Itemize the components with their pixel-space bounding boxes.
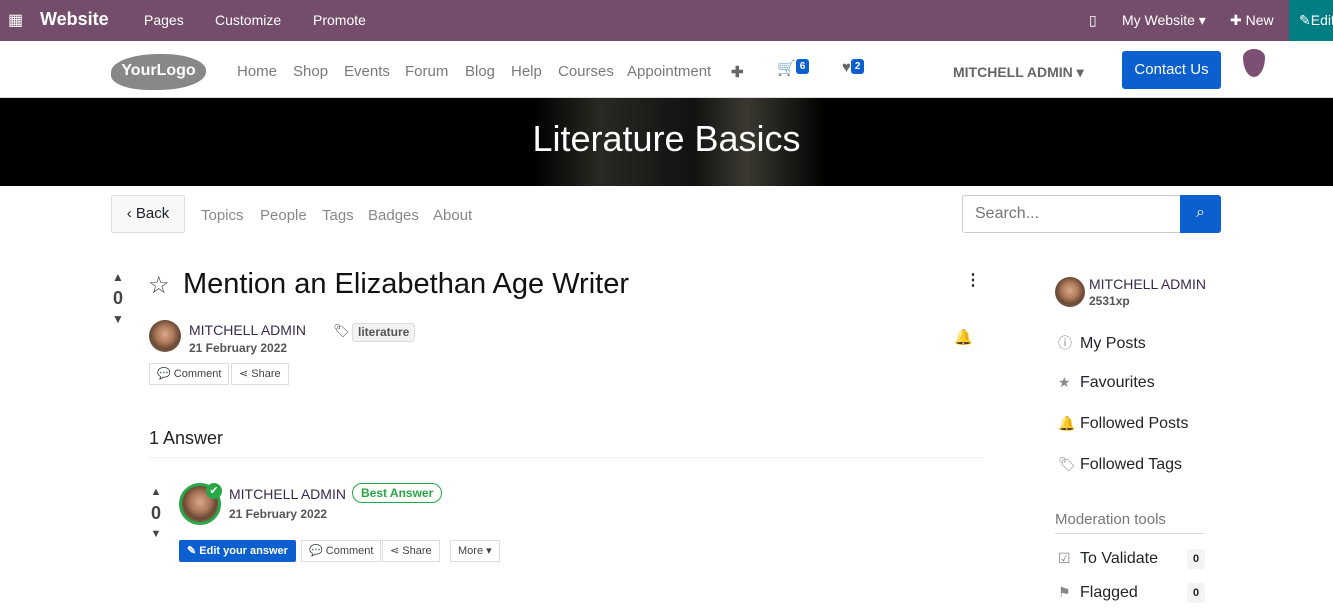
favourites-label: Favourites bbox=[1080, 374, 1155, 391]
more-options-icon[interactable]: ⋮ bbox=[965, 270, 981, 290]
search-input[interactable] bbox=[962, 195, 1181, 233]
sidebar-my-posts[interactable]: ⓘ My Posts bbox=[1058, 333, 1146, 353]
add-menu-icon[interactable]: ✚ bbox=[731, 63, 744, 81]
answer-comment-button[interactable]: 💬 Comment bbox=[301, 540, 382, 562]
search-button[interactable]: ⌕ bbox=[1180, 195, 1221, 233]
comment-button[interactable]: 💬 Comment bbox=[149, 363, 230, 385]
sidebar-flagged[interactable]: ⚑ Flagged bbox=[1058, 584, 1138, 602]
tab-tags[interactable]: Tags bbox=[322, 207, 354, 224]
answer-author[interactable]: MITCHELL ADMIN bbox=[229, 486, 346, 502]
nav-blog[interactable]: Blog bbox=[465, 63, 495, 80]
logo[interactable]: YourLogo bbox=[111, 54, 206, 90]
flag-icon: ⚑ bbox=[1058, 584, 1071, 600]
sidebar-xp: 2531xp bbox=[1089, 294, 1130, 308]
edit-answer-button[interactable]: ✎ Edit your answer bbox=[179, 540, 296, 562]
top-bar: ▦ Website Pages Customize Promote ▯ My W… bbox=[0, 0, 1333, 41]
sidebar-favourites[interactable]: ★ Favourites bbox=[1058, 374, 1155, 392]
answer-downvote-icon[interactable]: ▼ bbox=[149, 528, 163, 540]
question-date: 21 February 2022 bbox=[189, 341, 288, 355]
follow-bell-icon[interactable]: 🔔 bbox=[954, 328, 973, 346]
comment-label: Comment bbox=[173, 368, 222, 380]
accepted-check-icon: ✔ bbox=[206, 483, 222, 499]
back-label: Back bbox=[135, 205, 170, 222]
cart-icon[interactable]: 🛒 6 bbox=[777, 59, 810, 77]
downvote-icon[interactable]: ▼ bbox=[111, 312, 125, 326]
my-posts-label: My Posts bbox=[1080, 335, 1146, 352]
sidebar-user[interactable]: MITCHELL ADMIN bbox=[1089, 276, 1206, 292]
answer-comment-label: Comment bbox=[325, 545, 374, 557]
question-circle-icon: ⓘ bbox=[1058, 335, 1072, 351]
answers-heading: 1 Answer bbox=[149, 428, 224, 448]
followed-tags-label: Followed Tags bbox=[1080, 456, 1182, 473]
answer-date: 21 February 2022 bbox=[229, 507, 328, 521]
avatar bbox=[149, 320, 181, 352]
edit-answer-label: Edit your answer bbox=[199, 545, 288, 557]
to-validate-count: 0 bbox=[1187, 549, 1205, 569]
checkbox-icon: ☑ bbox=[1058, 550, 1071, 566]
answer-share-button[interactable]: ⋖ Share bbox=[382, 540, 440, 562]
share-label: Share bbox=[251, 368, 281, 380]
banner: Literature Basics bbox=[0, 98, 1333, 186]
answer-votes: 0 bbox=[150, 503, 161, 523]
nav-help[interactable]: Help bbox=[511, 63, 542, 80]
question-author[interactable]: MITCHELL ADMIN bbox=[189, 322, 306, 338]
tag-literature[interactable]: literature bbox=[352, 323, 416, 342]
nav-appointment[interactable]: Appointment bbox=[627, 63, 711, 80]
theme-drop-icon bbox=[1243, 49, 1265, 77]
tab-people[interactable]: People bbox=[260, 207, 307, 224]
star-icon: ★ bbox=[1058, 374, 1071, 390]
tab-about[interactable]: About bbox=[433, 207, 472, 224]
question-title: Mention an Elizabethan Age Writer bbox=[183, 268, 630, 300]
flagged-count: 0 bbox=[1187, 583, 1205, 603]
wishlist-icon[interactable]: ♥ 2 bbox=[842, 59, 865, 76]
divider bbox=[149, 457, 984, 458]
site-header: YourLogo Home Shop Events Forum Blog Hel… bbox=[0, 41, 1333, 98]
upvote-icon[interactable]: ▲ bbox=[111, 270, 125, 284]
user-menu[interactable]: MITCHELL ADMIN ▾ bbox=[953, 64, 1084, 81]
answer-share-label: Share bbox=[402, 545, 432, 557]
edit-button[interactable]: ✎ Edit bbox=[1289, 0, 1333, 41]
menu-customize[interactable]: Customize bbox=[215, 12, 281, 28]
new-label: New bbox=[1245, 12, 1274, 28]
back-button[interactable]: ‹ Back bbox=[111, 195, 185, 233]
menu-promote[interactable]: Promote bbox=[313, 12, 366, 28]
best-answer-badge: Best Answer bbox=[352, 483, 443, 503]
edit-label: Edit bbox=[1310, 12, 1333, 28]
bell-icon: 🔔 bbox=[1058, 415, 1076, 431]
sidebar-avatar bbox=[1055, 277, 1085, 307]
nav-forum[interactable]: Forum bbox=[405, 63, 448, 80]
answer-more-dropdown[interactable]: More ▾ bbox=[450, 540, 500, 562]
followed-posts-label: Followed Posts bbox=[1080, 415, 1189, 432]
favourite-star-icon[interactable]: ☆ bbox=[148, 271, 170, 300]
cart-count: 6 bbox=[795, 59, 810, 74]
answer-more-label: More bbox=[458, 545, 484, 557]
tab-topics[interactable]: Topics bbox=[201, 207, 244, 224]
tag-icon: 🏷 bbox=[333, 323, 350, 338]
nav-courses[interactable]: Courses bbox=[558, 63, 614, 80]
app-name[interactable]: Website bbox=[40, 9, 109, 30]
sidebar-to-validate[interactable]: ☑ To Validate bbox=[1058, 550, 1158, 568]
question-votes: 0 bbox=[112, 288, 123, 308]
tab-badges[interactable]: Badges bbox=[368, 207, 419, 224]
user-name: MITCHELL ADMIN bbox=[953, 64, 1073, 80]
contact-us-button[interactable]: Contact Us bbox=[1122, 51, 1221, 89]
nav-events[interactable]: Events bbox=[344, 63, 390, 80]
share-button[interactable]: ⋖ Share bbox=[231, 363, 289, 385]
menu-pages[interactable]: Pages bbox=[144, 12, 184, 28]
nav-home[interactable]: Home bbox=[237, 63, 277, 80]
tags-icon: 🏷 bbox=[1058, 456, 1076, 472]
answer-upvote-icon[interactable]: ▲ bbox=[149, 486, 163, 498]
mobile-preview-icon[interactable]: ▯ bbox=[1089, 12, 1097, 29]
apps-grid-icon[interactable]: ▦ bbox=[8, 10, 23, 30]
moderation-title: Moderation tools bbox=[1055, 511, 1205, 534]
sidebar-followed-posts[interactable]: 🔔 Followed Posts bbox=[1058, 415, 1189, 433]
wishlist-count: 2 bbox=[850, 59, 865, 74]
website-name: My Website bbox=[1122, 12, 1195, 28]
new-button[interactable]: ✚ New bbox=[1230, 12, 1274, 29]
nav-shop[interactable]: Shop bbox=[293, 63, 328, 80]
website-switcher[interactable]: My Website ▾ bbox=[1122, 12, 1206, 29]
sidebar-followed-tags[interactable]: 🏷 Followed Tags bbox=[1058, 456, 1182, 474]
to-validate-label: To Validate bbox=[1080, 550, 1158, 567]
flagged-label: Flagged bbox=[1080, 584, 1138, 601]
